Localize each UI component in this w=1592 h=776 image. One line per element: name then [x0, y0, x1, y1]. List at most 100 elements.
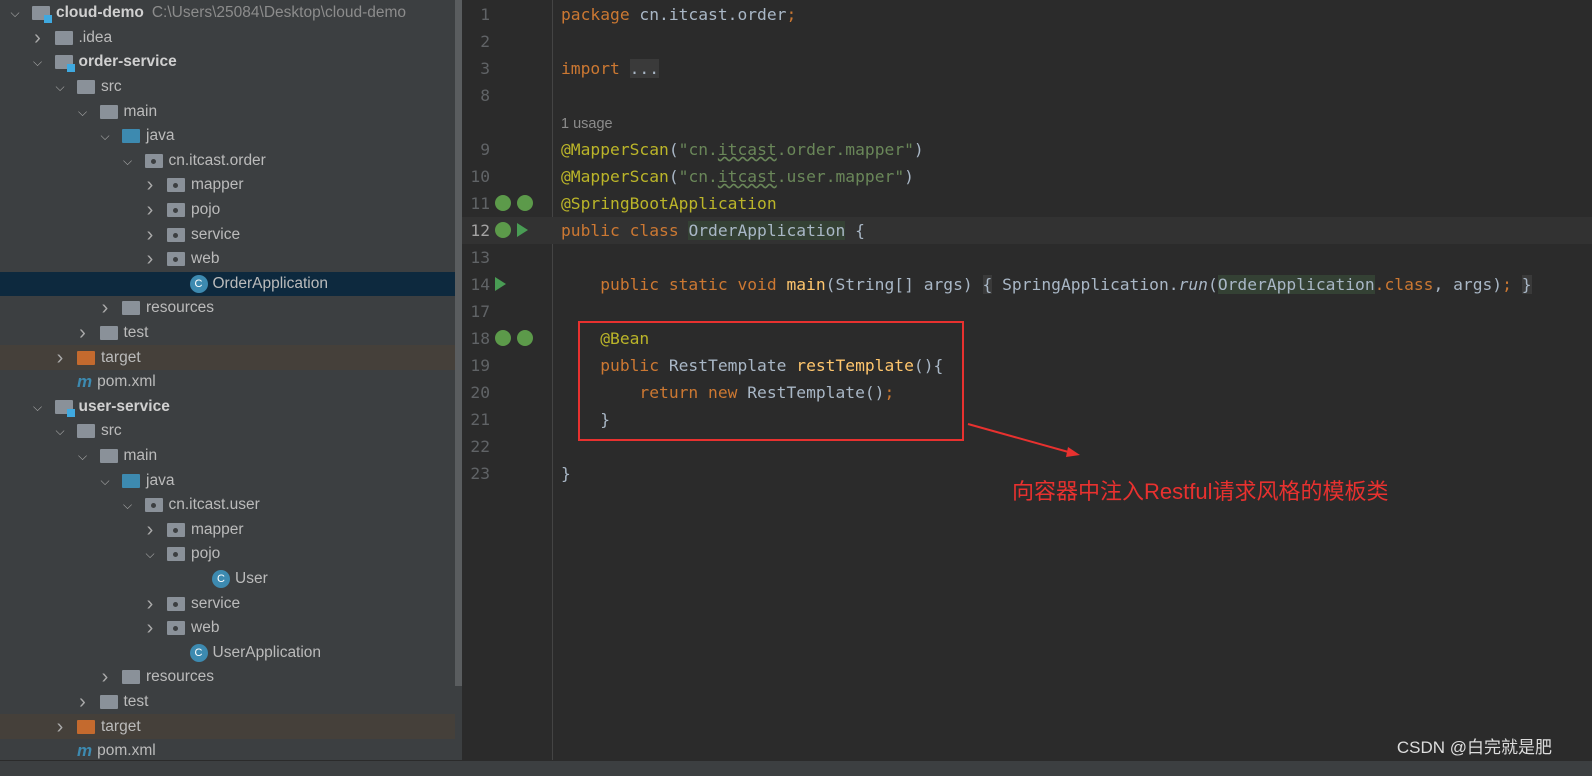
- tree-item[interactable]: › test: [0, 690, 455, 715]
- tree-item[interactable]: › pojo: [0, 198, 455, 223]
- line-number: 20: [470, 383, 490, 402]
- line-number: 14: [470, 275, 490, 294]
- run-icon[interactable]: [517, 223, 528, 237]
- excluded-folder-icon: [77, 719, 95, 734]
- folder-folder-icon: [99, 449, 118, 464]
- code-line[interactable]: 11 @SpringBootApplication: [462, 190, 1592, 217]
- chevron-down-icon[interactable]: ⌵: [121, 498, 135, 512]
- code-token: itcast: [717, 140, 777, 159]
- tree-item-label: target: [101, 348, 141, 366]
- tree-item[interactable]: › mapper: [0, 173, 455, 198]
- chevron-down-icon[interactable]: ⌵: [121, 154, 135, 168]
- chevron-down-icon[interactable]: ⌵: [76, 449, 90, 463]
- chevron-down-icon[interactable]: ⌵: [53, 424, 67, 438]
- tree-item[interactable]: ⌵ pojo: [0, 542, 455, 567]
- gutter-icons: [495, 195, 533, 211]
- chevron-right-icon[interactable]: ›: [143, 249, 157, 269]
- chevron-right-icon[interactable]: ›: [53, 717, 67, 737]
- tree-item-label: test: [123, 693, 149, 711]
- bean-nav-icon[interactable]: [495, 330, 511, 346]
- tree-item[interactable]: ⌵ order-service: [0, 50, 455, 75]
- code-line[interactable]: 3 import ...: [462, 55, 1592, 82]
- tree-item[interactable]: C UserApplication: [0, 641, 455, 666]
- tree-item[interactable]: › test: [0, 321, 455, 346]
- tree-item[interactable]: ⌵ main: [0, 99, 455, 124]
- tree-item[interactable]: ⌵ java: [0, 468, 455, 493]
- bean-class-icon[interactable]: [495, 222, 511, 238]
- tree-item[interactable]: ⌵ cloud-demo C:\Users\25084\Desktop\cloud-…: [0, 1, 455, 26]
- run-icon[interactable]: [495, 277, 506, 291]
- tree-item-label: pom.xml: [97, 373, 156, 391]
- chevron-right-icon[interactable]: ›: [53, 348, 67, 368]
- chevron-down-icon[interactable]: ⌵: [31, 400, 45, 414]
- tree-item-label: test: [123, 324, 149, 342]
- chevron-right-icon[interactable]: ›: [31, 28, 45, 48]
- line-number: 22: [470, 437, 490, 456]
- tree-item[interactable]: C User: [0, 567, 455, 592]
- tree-item[interactable]: › web: [0, 616, 455, 641]
- usage-hint[interactable]: 1 usage: [561, 116, 613, 132]
- project-tree: ⌵ cloud-demo C:\Users\25084\Desktop\cloud-…: [0, 0, 462, 776]
- code-line[interactable]: 12 public class OrderApplication {: [462, 217, 1592, 244]
- tree-item[interactable]: › service: [0, 591, 455, 616]
- code-line[interactable]: 9 @MapperScan("cn.itcast.order.mapper"): [462, 136, 1592, 163]
- chevron-down-icon[interactable]: ⌵: [8, 6, 22, 20]
- line-number: 23: [470, 464, 490, 483]
- code-line[interactable]: 10 @MapperScan("cn.itcast.user.mapper"): [462, 163, 1592, 190]
- tree-item[interactable]: › resources: [0, 665, 455, 690]
- tree-item[interactable]: ⌵ java: [0, 124, 455, 149]
- tree-item[interactable]: › target: [0, 345, 455, 370]
- tree-item[interactable]: › resources: [0, 296, 455, 321]
- tree-item[interactable]: ⌵ user-service: [0, 395, 455, 420]
- package-folder-icon: [167, 621, 185, 636]
- chevron-right-icon[interactable]: ›: [98, 667, 112, 687]
- class-icon: C: [212, 570, 230, 589]
- tree-item[interactable]: › web: [0, 247, 455, 272]
- tree-item[interactable]: ⌵ src: [0, 419, 455, 444]
- code-line[interactable]: 1 package cn.itcast.order;: [462, 1, 1592, 28]
- tree-item[interactable]: › target: [0, 714, 455, 739]
- chevron-right-icon[interactable]: ›: [143, 618, 157, 638]
- chevron-down-icon[interactable]: ⌵: [31, 55, 45, 69]
- tree-item[interactable]: › mapper: [0, 518, 455, 543]
- folder-folder-icon: [122, 301, 140, 316]
- chevron-down-icon[interactable]: ⌵: [98, 474, 112, 488]
- code-line[interactable]: 1 usage: [462, 109, 1592, 136]
- code-token: , args): [1433, 275, 1503, 294]
- chevron-right-icon[interactable]: ›: [143, 175, 157, 195]
- chevron-right-icon[interactable]: ›: [143, 594, 157, 614]
- bean-check-icon[interactable]: [517, 195, 533, 211]
- tree-item[interactable]: › service: [0, 222, 455, 247]
- chevron-right-icon[interactable]: ›: [98, 298, 112, 318]
- tree-item[interactable]: ⌵ cn.itcast.order: [0, 149, 455, 174]
- tree-item[interactable]: m pom.xml: [0, 370, 455, 395]
- maven-icon: m: [77, 372, 93, 392]
- code-line[interactable]: 14 public static void main(String[] args…: [462, 271, 1592, 298]
- tree-item[interactable]: ⌵ main: [0, 444, 455, 469]
- chevron-down-icon[interactable]: ⌵: [76, 105, 90, 119]
- chevron-down-icon[interactable]: ⌵: [98, 129, 112, 143]
- chevron-down-icon[interactable]: ⌵: [143, 547, 157, 561]
- package-folder-icon: [144, 153, 163, 168]
- tree-item[interactable]: ⌵ src: [0, 75, 455, 100]
- folder-folder-icon: [77, 424, 95, 439]
- chevron-right-icon[interactable]: ›: [76, 323, 90, 343]
- tree-item[interactable]: ⌵ cn.itcast.user: [0, 493, 455, 518]
- bean-check-icon[interactable]: [517, 330, 533, 346]
- tree-scrollbar[interactable]: [455, 0, 462, 686]
- chevron-right-icon[interactable]: ›: [143, 520, 157, 540]
- chevron-right-icon[interactable]: ›: [143, 225, 157, 245]
- chevron-down-icon[interactable]: ⌵: [53, 80, 67, 94]
- code-token: public class: [561, 221, 689, 240]
- tree-item[interactable]: C OrderApplication: [0, 271, 455, 297]
- status-bar: [0, 760, 1592, 776]
- chevron-right-icon[interactable]: ›: [76, 692, 90, 712]
- tree-item-label: cloud-demo: [56, 4, 144, 22]
- tree-item[interactable]: › .idea: [0, 26, 455, 51]
- code-line[interactable]: 13: [462, 244, 1592, 271]
- code-line[interactable]: 2: [462, 28, 1592, 55]
- code-token: SpringApplication.: [992, 275, 1179, 294]
- bean-search-icon[interactable]: [495, 195, 511, 211]
- code-line[interactable]: 8: [462, 82, 1592, 109]
- chevron-right-icon[interactable]: ›: [143, 200, 157, 220]
